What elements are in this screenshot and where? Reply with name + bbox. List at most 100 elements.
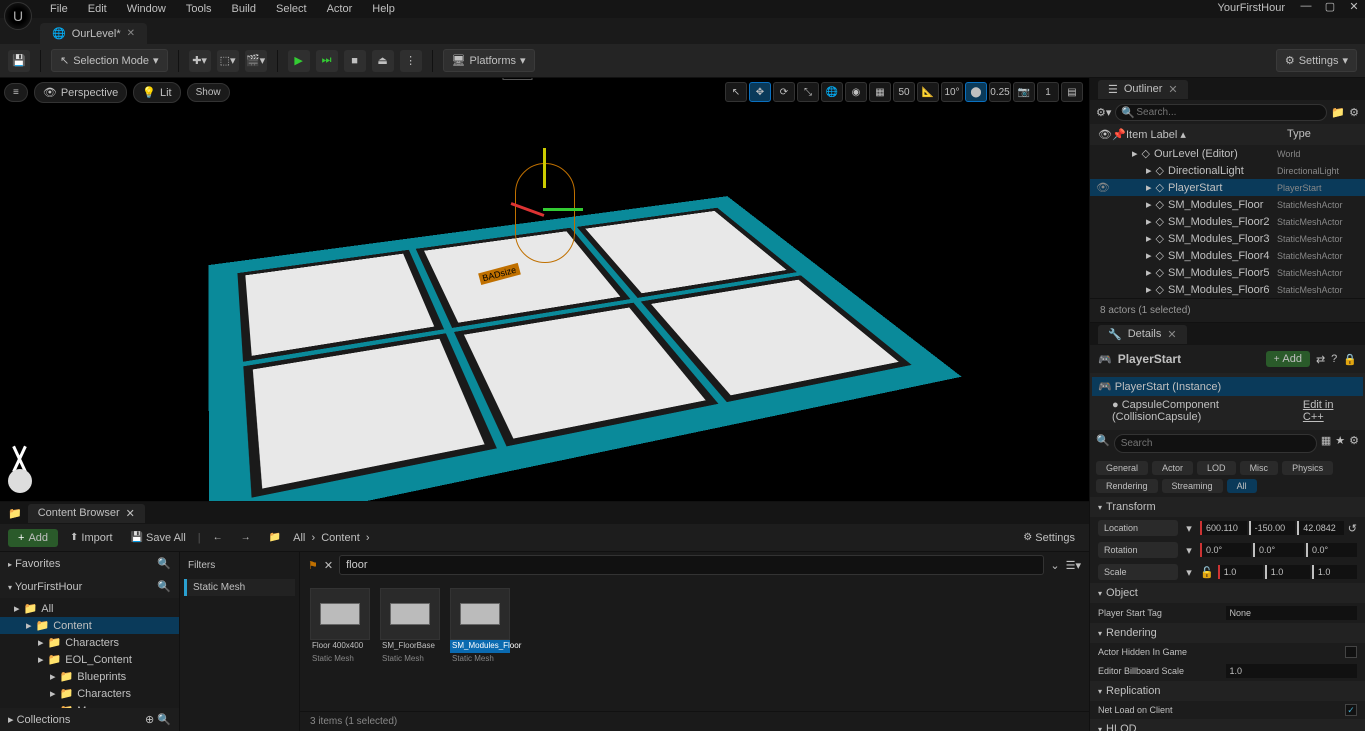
hlod-section[interactable]: ▾HLOD: [1090, 719, 1365, 731]
category-actor[interactable]: Actor: [1152, 461, 1193, 475]
close-icon[interactable]: ✕: [1168, 83, 1177, 96]
show-button[interactable]: Show: [187, 83, 230, 102]
details-search-input[interactable]: [1114, 434, 1317, 453]
outliner-tab[interactable]: ☰Outliner✕: [1098, 80, 1188, 99]
tree-node[interactable]: ▸📁Characters: [0, 685, 179, 702]
player-tag-field[interactable]: None: [1226, 606, 1358, 620]
close-icon[interactable]: ✕: [1167, 328, 1176, 341]
close-button[interactable]: ✕: [1347, 0, 1361, 13]
grid-snap-value[interactable]: 50: [893, 82, 915, 102]
tree-node[interactable]: ▸📁Content: [0, 617, 179, 634]
scale-snap-value[interactable]: 0.25: [989, 82, 1011, 102]
settings-button[interactable]: ⚙ Settings ▾: [1276, 49, 1357, 72]
platforms-button[interactable]: 🖥 Platforms ▾: [443, 49, 535, 72]
menu-window[interactable]: Window: [117, 1, 176, 17]
filter-icon[interactable]: ⚙▾: [1096, 106, 1111, 119]
category-general[interactable]: General: [1096, 461, 1148, 475]
collections-section[interactable]: ▸ Collections⊕ 🔍: [0, 708, 179, 731]
world-local-toggle[interactable]: 🌐: [821, 82, 843, 102]
outliner-row[interactable]: ▸◇SM_Modules_Floor2StaticMeshActor: [1090, 213, 1365, 230]
add-button[interactable]: + Add: [8, 529, 58, 547]
save-button[interactable]: 💾: [8, 50, 30, 72]
play-button[interactable]: ▶: [288, 50, 310, 72]
axis-widget[interactable]: [8, 443, 58, 493]
play-options-button[interactable]: ⋮: [400, 50, 422, 72]
scale-snap-icon[interactable]: ⬤: [965, 82, 987, 102]
angle-snap-icon[interactable]: 📐: [917, 82, 939, 102]
category-rendering[interactable]: Rendering: [1096, 479, 1158, 493]
outliner-row[interactable]: ▸◇SM_Modules_FloorStaticMeshActor: [1090, 196, 1365, 213]
minimize-button[interactable]: —: [1299, 0, 1313, 13]
cb-settings-button[interactable]: ⚙ Settings: [1017, 530, 1081, 546]
viewport-menu[interactable]: ≡: [4, 83, 28, 102]
category-misc[interactable]: Misc: [1240, 461, 1279, 475]
menu-select[interactable]: Select: [266, 1, 317, 17]
outliner-row[interactable]: ▸◇OurLevel (Editor)World: [1090, 145, 1365, 162]
level-tab[interactable]: 🌐 OurLevel* ✕: [40, 23, 147, 44]
add-content-button[interactable]: ✚▾: [189, 50, 211, 72]
outliner-search-input[interactable]: [1115, 104, 1327, 121]
lit-mode-button[interactable]: 💡Lit: [133, 82, 180, 103]
filter-chip-static-mesh[interactable]: Static Mesh: [184, 579, 295, 596]
maximize-button[interactable]: ▢: [1323, 0, 1337, 13]
outliner-row[interactable]: ▸◇SM_Modules_Floor5StaticMeshActor: [1090, 264, 1365, 281]
translate-gizmo[interactable]: [510, 168, 580, 258]
clear-filter-icon[interactable]: ✕: [324, 559, 333, 572]
outliner-row[interactable]: ▸◇SM_Modules_Floor3StaticMeshActor: [1090, 230, 1365, 247]
category-streaming[interactable]: Streaming: [1162, 479, 1223, 493]
cinematics-button[interactable]: 🎬▾: [245, 50, 267, 72]
details-tab[interactable]: 🔧Details✕: [1098, 325, 1187, 344]
search-icon[interactable]: 🔍: [157, 580, 171, 593]
lock-scale-icon[interactable]: 🔓: [1200, 566, 1214, 579]
outliner-settings-icon[interactable]: ⚙: [1349, 106, 1359, 119]
menu-edit[interactable]: Edit: [78, 1, 117, 17]
angle-snap-value[interactable]: 10°: [941, 82, 963, 102]
translate-tool-icon[interactable]: ✥: [749, 82, 771, 102]
perspective-button[interactable]: 👁Perspective: [34, 82, 127, 103]
outliner-row[interactable]: ▸◇SM_Modules_Floor4StaticMeshActor: [1090, 247, 1365, 264]
save-all-button[interactable]: 💾 Save All: [125, 530, 192, 546]
location-x[interactable]: 600.110: [1200, 521, 1247, 535]
category-physics[interactable]: Physics: [1282, 461, 1333, 475]
content-browser-tab[interactable]: Content Browser✕: [28, 504, 145, 523]
edit-cpp-link[interactable]: Edit in C++: [1303, 399, 1355, 423]
camera-speed-icon[interactable]: 📷: [1013, 82, 1035, 102]
location-y[interactable]: -150.00: [1249, 521, 1296, 535]
select-tool-icon[interactable]: ↖: [725, 82, 747, 102]
replication-section[interactable]: ▾Replication: [1090, 681, 1365, 701]
play-skip-button[interactable]: ⏭: [316, 50, 338, 72]
location-z[interactable]: 42.0842: [1297, 521, 1344, 535]
tree-node[interactable]: ▸📁Blueprints: [0, 668, 179, 685]
unreal-logo-icon[interactable]: U: [4, 2, 32, 30]
outliner-row[interactable]: 👁▸◇PlayerStartPlayerStart: [1090, 179, 1365, 196]
close-icon[interactable]: ✕: [127, 28, 135, 39]
category-all[interactable]: All: [1227, 479, 1257, 493]
root-component-row[interactable]: 🎮 PlayerStart (Instance): [1092, 377, 1363, 396]
viewport-layout-icon[interactable]: ▤: [1061, 82, 1083, 102]
new-folder-icon[interactable]: 📁: [1331, 106, 1345, 119]
help-icon[interactable]: ?: [1331, 353, 1337, 365]
menu-file[interactable]: File: [40, 1, 78, 17]
rendering-section[interactable]: ▾Rendering: [1090, 623, 1365, 643]
project-section[interactable]: ▾ YourFirstHour🔍: [0, 575, 179, 598]
rotate-tool-icon[interactable]: ⟳: [773, 82, 795, 102]
favorite-icon[interactable]: ★: [1335, 434, 1345, 453]
browse-icon[interactable]: ⇄: [1316, 353, 1325, 366]
level-viewport[interactable]: PressEscto exit full screen ≡ 👁Perspecti…: [0, 78, 1089, 501]
content-drawer-icon[interactable]: 📁: [8, 507, 22, 520]
tree-node[interactable]: ▸📁Characters: [0, 634, 179, 651]
category-lod[interactable]: LOD: [1197, 461, 1236, 475]
close-icon[interactable]: ✕: [126, 507, 135, 520]
filters-header[interactable]: Filters: [184, 556, 295, 575]
asset-tile[interactable]: SM_Modules_FloorStatic Mesh: [450, 588, 510, 664]
grid-snap-icon[interactable]: ▦: [869, 82, 891, 102]
object-section[interactable]: ▾Object: [1090, 583, 1365, 603]
menu-help[interactable]: Help: [362, 1, 405, 17]
actor-hidden-checkbox[interactable]: [1345, 646, 1357, 658]
search-history-icon[interactable]: ⌄: [1050, 559, 1059, 572]
transform-section[interactable]: ▾Transform: [1090, 497, 1365, 517]
asset-search-input[interactable]: [339, 555, 1044, 575]
reset-icon[interactable]: ↺: [1348, 522, 1357, 535]
netload-checkbox[interactable]: [1345, 704, 1357, 716]
outliner-row[interactable]: ▸◇SM_Modules_Floor6StaticMeshActor: [1090, 281, 1365, 298]
